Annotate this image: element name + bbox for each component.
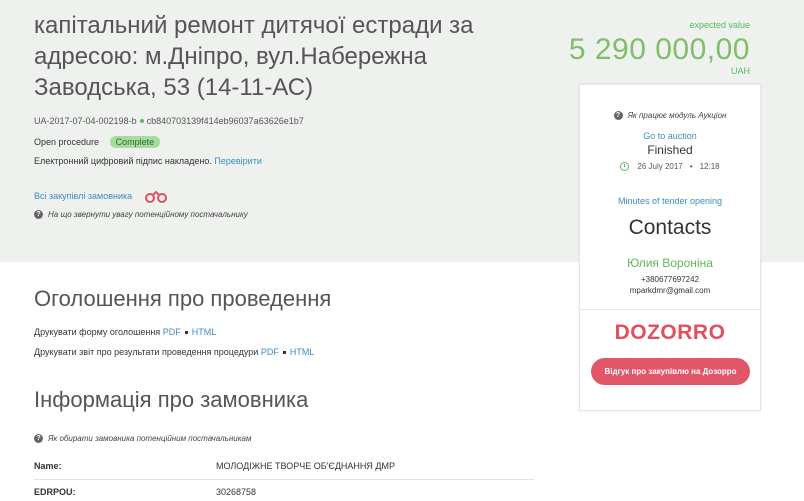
customer-note-text: Як обирати замовника потенційним постача… bbox=[48, 434, 252, 443]
auction-contacts-card: ? Як працює модуль Аукціон Go to auction… bbox=[579, 84, 761, 411]
tender-title: капітальний ремонт дитячої естради за ад… bbox=[34, 12, 474, 101]
contact-email[interactable]: mparkdmr@gmail.com bbox=[580, 286, 760, 295]
row-divider bbox=[34, 479, 534, 480]
signature-line: Електронний цифровий підпис накладено. П… bbox=[34, 156, 262, 166]
goto-auction-link[interactable]: Go to auction bbox=[580, 131, 760, 141]
print-report-label: Друкувати звіт про результати проведення… bbox=[34, 347, 259, 357]
customer-edrpou-value: 30268758 bbox=[216, 487, 257, 497]
auction-how-text: Як працює модуль Аукціон bbox=[627, 111, 727, 120]
question-icon: ? bbox=[34, 434, 43, 443]
contacts-heading: Contacts bbox=[628, 216, 712, 239]
tender-hash: cb840703139f414eb96037a63626e1b7 bbox=[146, 116, 304, 126]
all-purchases-row: Всі закупівлі замовника bbox=[34, 189, 168, 203]
signature-text: Електронний цифровий підпис накладено. bbox=[34, 156, 212, 166]
tender-id: UA-2017-07-04-002198-b bbox=[34, 116, 137, 126]
expected-value-amount: 5 290 000,00 bbox=[568, 33, 750, 66]
print-report-pdf-link[interactable]: PDF bbox=[261, 347, 279, 357]
customer-name-label: Name: bbox=[34, 461, 62, 471]
verify-signature-link[interactable]: Перевірити bbox=[214, 156, 261, 166]
print-form-html-link[interactable]: HTML bbox=[192, 327, 217, 337]
expected-value-label: expected value bbox=[689, 20, 750, 30]
clock-icon bbox=[620, 162, 630, 171]
binoculars-icon[interactable] bbox=[144, 189, 168, 203]
separator-dot: • bbox=[689, 162, 693, 171]
separator-square bbox=[184, 330, 188, 334]
print-form-pdf-link[interactable]: PDF bbox=[163, 327, 181, 337]
announcement-heading: Оголошення про проведення bbox=[34, 286, 332, 311]
minutes-link[interactable]: Minutes of tender opening bbox=[580, 196, 760, 206]
contact-phone: +380677697242 bbox=[640, 275, 700, 284]
supplier-notice-text: На що звернути увагу потенційному постач… bbox=[48, 210, 248, 219]
dozorro-logo: DOZORRO bbox=[614, 321, 726, 344]
customer-heading: Інформація про замовника bbox=[34, 387, 309, 412]
customer-name-value: МОЛОДІЖНЕ ТВОРЧЕ ОБ'ЄДНАННЯ ДМР bbox=[216, 461, 396, 471]
auction-time: 12:18 bbox=[699, 162, 720, 171]
auction-datetime: 26 July 2017 • 12:18 bbox=[580, 162, 760, 171]
separator-dot bbox=[139, 119, 144, 124]
auction-status: Finished bbox=[647, 143, 693, 157]
customer-note[interactable]: ? Як обирати замовника потенційним поста… bbox=[34, 434, 251, 443]
question-icon: ? bbox=[613, 111, 623, 120]
customer-edrpou-label: EDRPOU: bbox=[34, 487, 76, 497]
card-divider bbox=[580, 309, 760, 310]
dozorro-feedback-button[interactable]: Відгук про закупівлю на Дозорро bbox=[591, 358, 750, 385]
auction-how-it-works[interactable]: ? Як працює модуль Аукціон bbox=[580, 111, 760, 120]
expected-value-currency: UAH bbox=[730, 66, 750, 76]
print-report-html-link[interactable]: HTML bbox=[290, 347, 315, 357]
separator-square bbox=[282, 350, 286, 354]
supplier-notice[interactable]: ? На що звернути увагу потенційному пост… bbox=[34, 210, 248, 219]
procedure-type: Open procedure bbox=[34, 137, 100, 147]
question-icon: ? bbox=[34, 210, 43, 219]
status-badge: Complete bbox=[109, 136, 161, 148]
all-purchases-link[interactable]: Всі закупівлі замовника bbox=[34, 191, 132, 201]
tender-identifiers: UA-2017-07-04-002198-b cb840703139f414eb9… bbox=[34, 116, 304, 126]
auction-date: 26 July 2017 bbox=[637, 162, 683, 171]
print-form-line: Друкувати форму оголошення PDF HTML bbox=[34, 327, 216, 337]
procedure-line: Open procedure Complete bbox=[34, 136, 161, 148]
contact-name: Юлия Вороніна bbox=[627, 256, 713, 270]
print-form-label: Друкувати форму оголошення bbox=[34, 327, 161, 337]
print-report-line: Друкувати звіт про результати проведення… bbox=[34, 347, 314, 357]
